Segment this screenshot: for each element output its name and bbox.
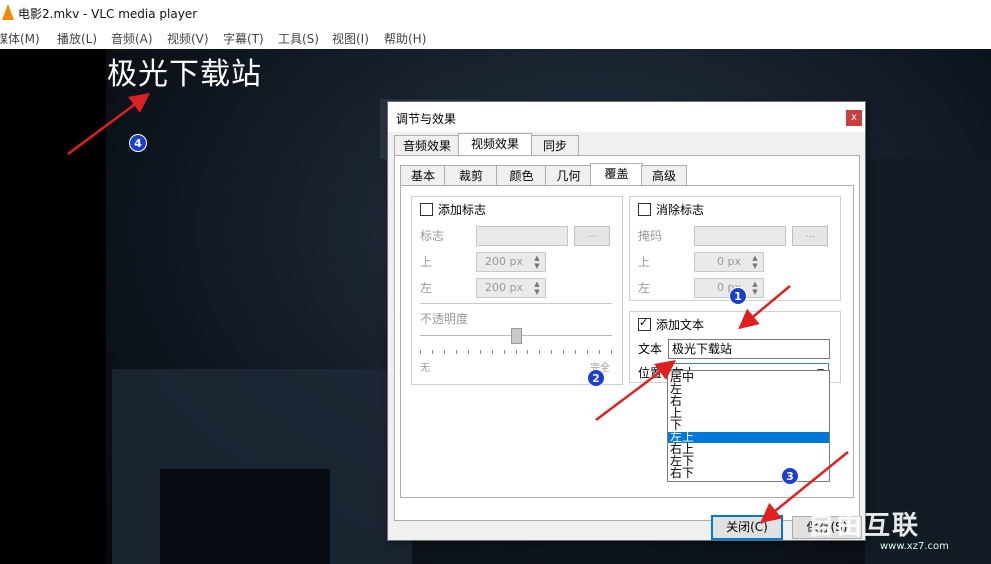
step-marker-4: 4 — [129, 134, 147, 152]
watermark-url: www.xz7.com — [880, 541, 949, 552]
step-marker-2: 2 — [587, 369, 605, 387]
annotation-arrows — [67, 93, 849, 524]
step-marker-3: 3 — [781, 467, 799, 485]
arrow-2 — [595, 360, 676, 421]
step-marker-1: 1 — [729, 287, 747, 305]
arrow-1 — [738, 285, 791, 330]
watermark-brand: 自由互联 — [808, 511, 921, 541]
